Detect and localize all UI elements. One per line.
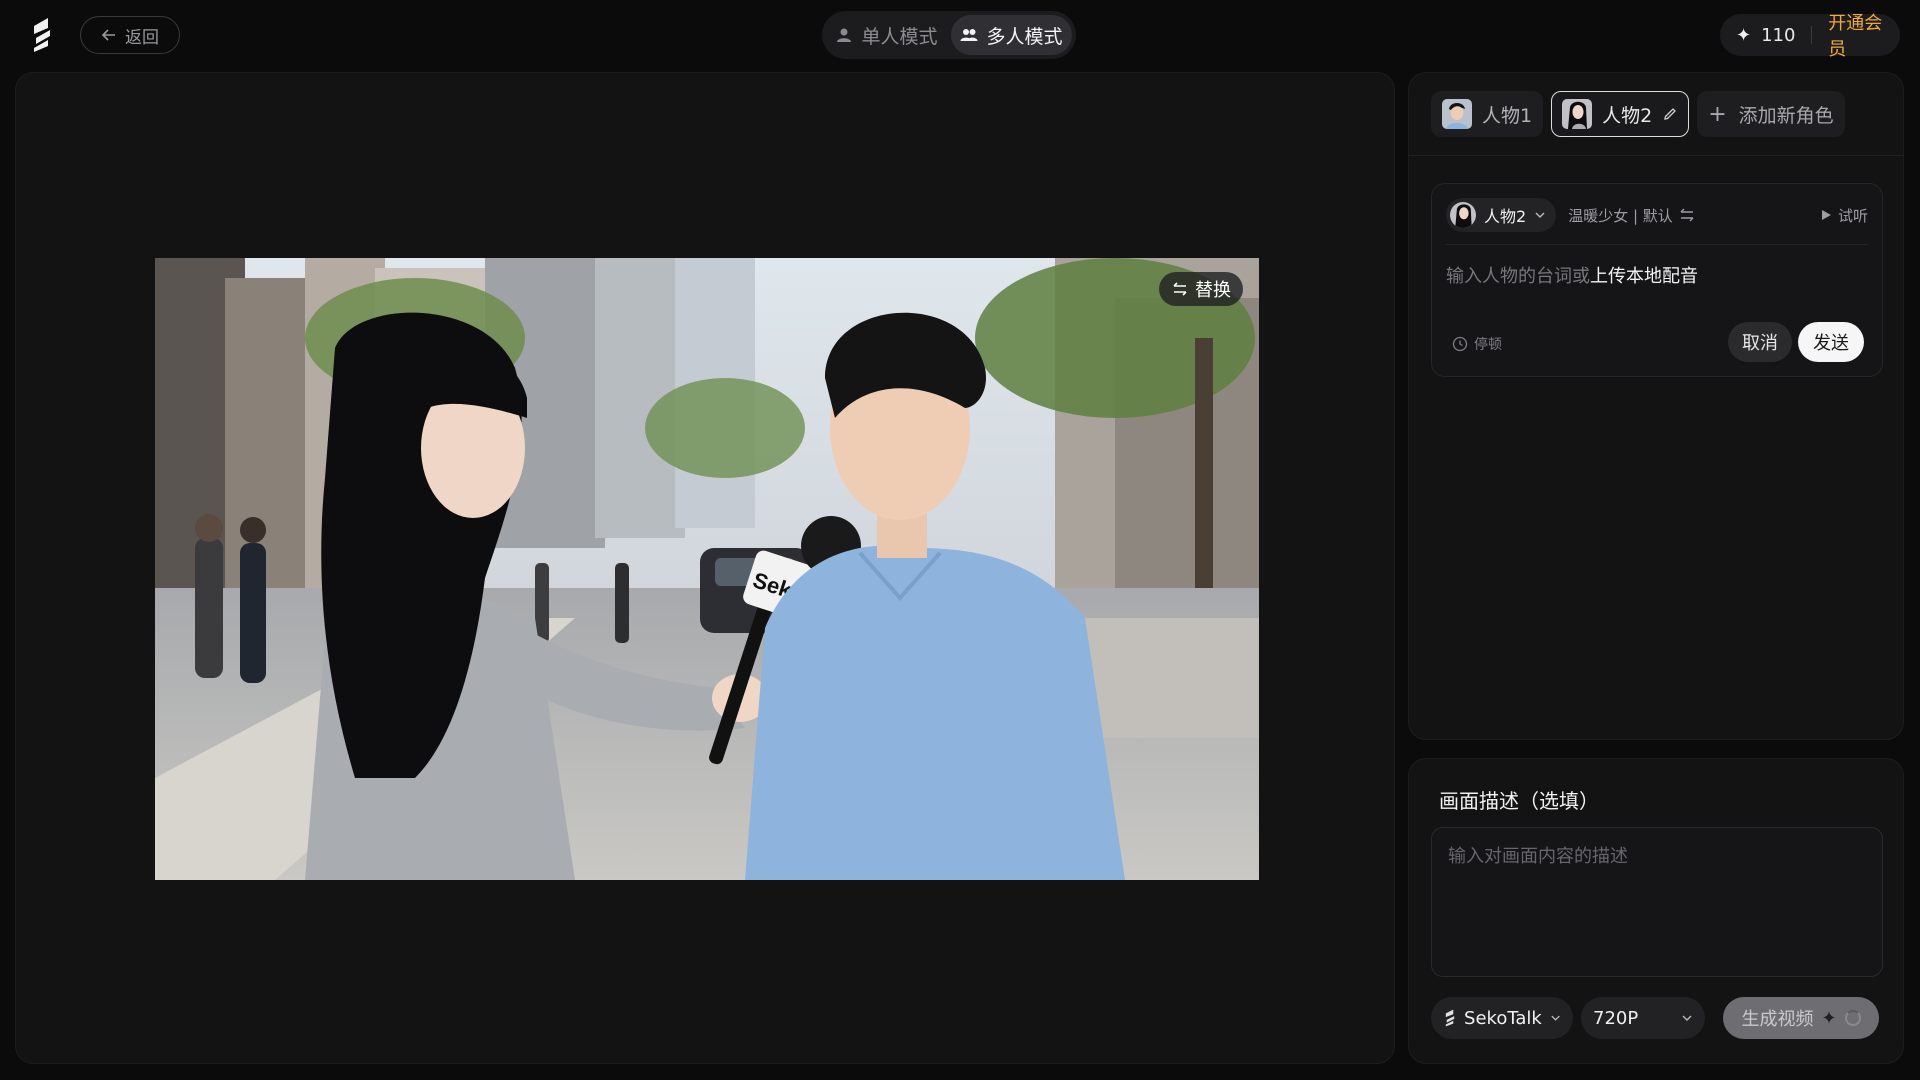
vip-button[interactable]: 开通会员 [1828, 9, 1884, 61]
cancel-button[interactable]: 取消 [1728, 322, 1792, 362]
tab-multi-mode[interactable]: 多人模式 [951, 15, 1072, 55]
voice-label: 温暖少女 | 默认 [1568, 206, 1673, 225]
dialog-card: 人物2 温暖少女 | 默认 试听 输入人物的台词或上传本地配音 停顿 取消 发送 [1431, 183, 1883, 377]
add-character-button[interactable]: + 添加新角色 [1697, 91, 1845, 137]
user-icon [837, 28, 852, 42]
model-logo-icon [1445, 1009, 1455, 1027]
divider [1409, 155, 1903, 156]
edit-pencil-icon[interactable] [1662, 106, 1678, 122]
mode-switch: 单人模式 多人模式 [822, 11, 1076, 59]
speaker-avatar [1450, 202, 1476, 228]
back-label: 返回 [125, 27, 159, 48]
listen-label: 试听 [1837, 206, 1868, 225]
send-button[interactable]: 发送 [1798, 322, 1864, 362]
clock-icon [1452, 336, 1468, 352]
chevron-down-icon [1551, 1015, 1560, 1021]
credits-count: 110 [1761, 24, 1796, 46]
pause-label: 停顿 [1474, 337, 1502, 353]
dialog-header: 人物2 温暖少女 | 默认 试听 [1446, 198, 1868, 232]
description-panel: 画面描述（选填） SekoTalk 720P 生成视频 ✦ [1408, 758, 1904, 1064]
swap-icon [1680, 208, 1694, 222]
chevron-down-icon [1535, 212, 1545, 218]
replace-label: 替换 [1195, 280, 1231, 301]
add-character-label: 添加新角色 [1738, 104, 1834, 127]
swap-icon [1173, 282, 1187, 296]
single-mode-label: 单人模式 [861, 25, 938, 48]
character-tabs: 人物1 人物2 + 添加新角色 [1431, 91, 1845, 137]
divider [1811, 26, 1813, 44]
voice-select[interactable]: 温暖少女 | 默认 [1568, 205, 1695, 226]
character-2-label: 人物2 [1602, 104, 1653, 127]
description-title: 画面描述（选填） [1439, 789, 1599, 813]
generate-video-button[interactable]: 生成视频 ✦ [1723, 997, 1879, 1039]
chevron-down-icon [1682, 1015, 1692, 1021]
plus-icon: + [1708, 101, 1727, 127]
avatar-character-2 [1562, 99, 1593, 129]
avatar-character-1 [1442, 99, 1472, 129]
tab-single-mode[interactable]: 单人模式 [826, 15, 947, 55]
generate-controls: SekoTalk 720P 生成视频 ✦ [1431, 997, 1883, 1039]
model-label: SekoTalk [1464, 1007, 1542, 1029]
character-1-label: 人物1 [1482, 104, 1533, 127]
tab-character-2[interactable]: 人物2 [1551, 91, 1690, 137]
preview-canvas: Seko TV 替换 [15, 72, 1395, 1064]
sparkle-icon: ✦ [1736, 24, 1752, 46]
model-select[interactable]: SekoTalk [1431, 997, 1573, 1039]
generate-label: 生成视频 [1741, 1009, 1814, 1030]
replace-button[interactable]: 替换 [1159, 272, 1243, 306]
app-logo-icon[interactable] [28, 16, 56, 54]
speaker-select[interactable]: 人物2 [1446, 198, 1557, 232]
resolution-select[interactable]: 720P [1581, 997, 1705, 1039]
play-icon [1821, 210, 1831, 220]
dialog-input[interactable]: 输入人物的台词或上传本地配音 [1446, 262, 1698, 288]
dialog-placeholder: 输入人物的台词或 [1446, 266, 1590, 287]
resolution-label: 720P [1593, 1007, 1639, 1029]
multi-mode-label: 多人模式 [986, 25, 1063, 48]
users-icon [960, 29, 978, 41]
scene-image: Seko TV 替换 [155, 258, 1259, 880]
street-interview-illustration: Seko TV [155, 258, 1259, 880]
preview-listen-button[interactable]: 试听 [1820, 205, 1868, 226]
arrow-left-icon [101, 29, 115, 41]
pause-button[interactable]: 停顿 [1452, 334, 1502, 354]
description-input[interactable] [1431, 827, 1883, 977]
speaker-name: 人物2 [1484, 207, 1527, 226]
upload-audio-link[interactable]: 上传本地配音 [1590, 266, 1698, 287]
divider [1446, 244, 1868, 245]
credits-bar: ✦ 110 开通会员 [1720, 13, 1900, 60]
top-bar: 返回 单人模式 多人模式 ✦ 110 开通会员 [0, 0, 1920, 70]
tab-character-1[interactable]: 人物1 [1431, 91, 1544, 137]
sparkle-icon: ✦ [1821, 1007, 1837, 1029]
character-panel: 人物1 人物2 + 添加新角色 人物2 温暖少女 | 默认 试听 输入人物的台词… [1408, 72, 1904, 740]
back-button[interactable]: 返回 [80, 16, 180, 54]
loading-spinner-icon [1844, 1010, 1861, 1026]
